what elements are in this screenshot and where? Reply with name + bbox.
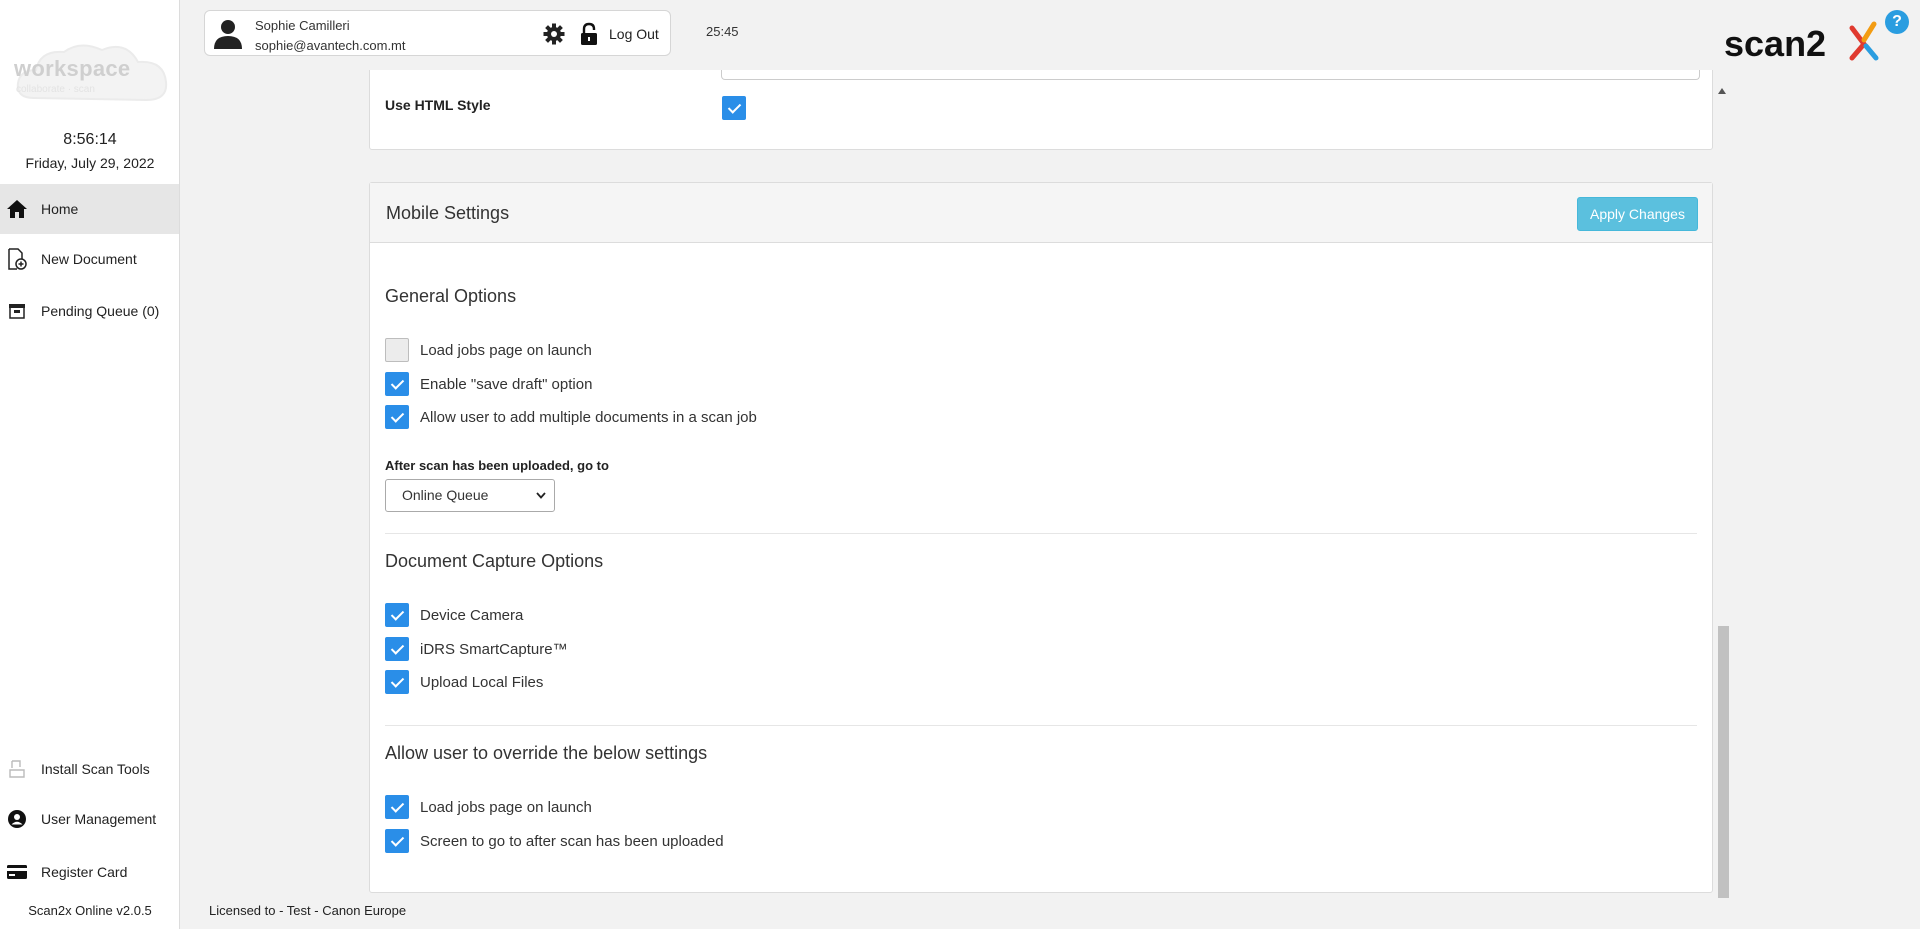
app-version: Scan2x Online v2.0.5 bbox=[28, 903, 152, 918]
option-label: Upload Local Files bbox=[420, 673, 544, 691]
option-load-jobs-page[interactable]: Load jobs page on launch bbox=[385, 338, 592, 362]
scroll-up-arrow-icon[interactable] bbox=[1718, 88, 1726, 94]
general-options-title: General Options bbox=[385, 286, 517, 306]
pending-queue-icon bbox=[5, 299, 29, 323]
user-management-icon bbox=[5, 807, 29, 831]
load-jobs-checkbox[interactable] bbox=[385, 338, 409, 362]
session-timer: 25:45 bbox=[706, 24, 739, 39]
panel-title: Mobile Settings bbox=[386, 203, 510, 223]
option-label: iDRS SmartCapture™ bbox=[420, 640, 568, 658]
clock: 8:56:14 bbox=[63, 131, 117, 148]
option-label: Enable "save draft" option bbox=[420, 375, 593, 393]
upload-local-files-checkbox[interactable] bbox=[385, 670, 409, 694]
after-scan-label: After scan has been uploaded, go to bbox=[385, 458, 609, 473]
section-divider bbox=[385, 533, 1697, 534]
option-save-draft[interactable]: Enable "save draft" option bbox=[385, 372, 592, 396]
user-avatar-icon bbox=[213, 18, 243, 53]
brand-text: scan2 bbox=[1724, 23, 1826, 64]
override-after-scan-screen[interactable]: Screen to go to after scan has been uplo… bbox=[385, 829, 724, 853]
logout-link[interactable]: Log Out bbox=[609, 26, 659, 42]
workspace-logo: workspace collaborate · scan bbox=[14, 38, 174, 118]
sidebar: workspace collaborate · scan 8:56:14 Fri… bbox=[0, 0, 180, 929]
option-idrs-smartcapture[interactable]: iDRS SmartCapture™ bbox=[385, 637, 568, 661]
option-label: Load jobs page on launch bbox=[420, 798, 592, 816]
nav-label: Register Card bbox=[41, 864, 128, 880]
nav-user-management[interactable]: User Management bbox=[0, 794, 179, 844]
panel-heading: Mobile Settings Apply Changes bbox=[370, 183, 1712, 243]
nav-label: User Management bbox=[41, 811, 157, 827]
save-draft-checkbox[interactable] bbox=[385, 372, 409, 396]
html-style-label: Use HTML Style bbox=[385, 97, 491, 113]
after-scan-value: Online Queue bbox=[402, 487, 489, 503]
new-document-icon bbox=[5, 247, 29, 271]
nav-label: Pending Queue (0) bbox=[41, 303, 160, 319]
capture-options-title: Document Capture Options bbox=[385, 551, 604, 571]
nav-label: Home bbox=[41, 201, 79, 217]
gear-icon[interactable] bbox=[543, 23, 565, 48]
nav-label: New Document bbox=[41, 251, 137, 267]
logo-subtext: collaborate · scan bbox=[16, 84, 95, 95]
option-label: Screen to go to after scan has been uplo… bbox=[420, 832, 724, 850]
mobile-settings-panel: Mobile Settings Apply Changes General Op… bbox=[369, 182, 1713, 893]
nav-new-document[interactable]: New Document bbox=[0, 234, 179, 284]
user-email: sophie@avantech.com.mt bbox=[255, 38, 406, 53]
after-scan-select[interactable]: Online Queue bbox=[385, 479, 555, 512]
idrs-smartcapture-checkbox[interactable] bbox=[385, 637, 409, 661]
user-name: Sophie Camilleri bbox=[255, 18, 350, 33]
option-upload-local-files[interactable]: Upload Local Files bbox=[385, 670, 543, 694]
help-button[interactable]: ? bbox=[1885, 10, 1909, 34]
scrollbar-thumb[interactable] bbox=[1718, 626, 1729, 898]
logo-text: workspace bbox=[14, 56, 131, 81]
user-info-box: Sophie Camilleri sophie@avantech.com.mt … bbox=[204, 10, 671, 56]
multiple-documents-checkbox[interactable] bbox=[385, 405, 409, 429]
nav-register-card[interactable]: Register Card bbox=[0, 847, 179, 897]
override-after-scan-checkbox[interactable] bbox=[385, 829, 409, 853]
override-load-jobs-page[interactable]: Load jobs page on launch bbox=[385, 795, 592, 819]
option-multiple-documents[interactable]: Allow user to add multiple documents in … bbox=[385, 405, 757, 429]
nav-label: Install Scan Tools bbox=[41, 761, 150, 777]
option-label: Load jobs page on launch bbox=[420, 341, 592, 359]
settings-content: Use HTML Style Mobile Settings Apply Cha… bbox=[369, 70, 1713, 895]
home-icon bbox=[5, 197, 29, 221]
text-input-bottom[interactable] bbox=[721, 70, 1700, 80]
override-load-jobs-checkbox[interactable] bbox=[385, 795, 409, 819]
nav-pending-queue[interactable]: Pending Queue (0) bbox=[0, 286, 179, 336]
scan2x-logo: scan2 bbox=[1724, 18, 1884, 67]
date: Friday, July 29, 2022 bbox=[25, 155, 155, 171]
option-device-camera[interactable]: Device Camera bbox=[385, 603, 523, 627]
device-camera-checkbox[interactable] bbox=[385, 603, 409, 627]
card-icon bbox=[5, 860, 29, 884]
email-settings-panel: Use HTML Style bbox=[369, 70, 1713, 150]
lock-icon[interactable] bbox=[579, 22, 599, 49]
install-tools-icon bbox=[5, 757, 29, 781]
option-label: Allow user to add multiple documents in … bbox=[420, 408, 757, 426]
html-style-checkbox[interactable] bbox=[722, 96, 746, 120]
chevron-down-icon bbox=[536, 492, 546, 499]
option-label: Device Camera bbox=[420, 606, 524, 624]
apply-changes-button[interactable]: Apply Changes bbox=[1577, 197, 1698, 231]
override-title: Allow user to override the below setting… bbox=[385, 743, 708, 763]
nav-home[interactable]: Home bbox=[0, 184, 179, 234]
license-info: Licensed to - Test - Canon Europe bbox=[209, 903, 407, 918]
nav-install-scan-tools[interactable]: Install Scan Tools bbox=[0, 744, 179, 794]
section-divider bbox=[385, 725, 1697, 726]
